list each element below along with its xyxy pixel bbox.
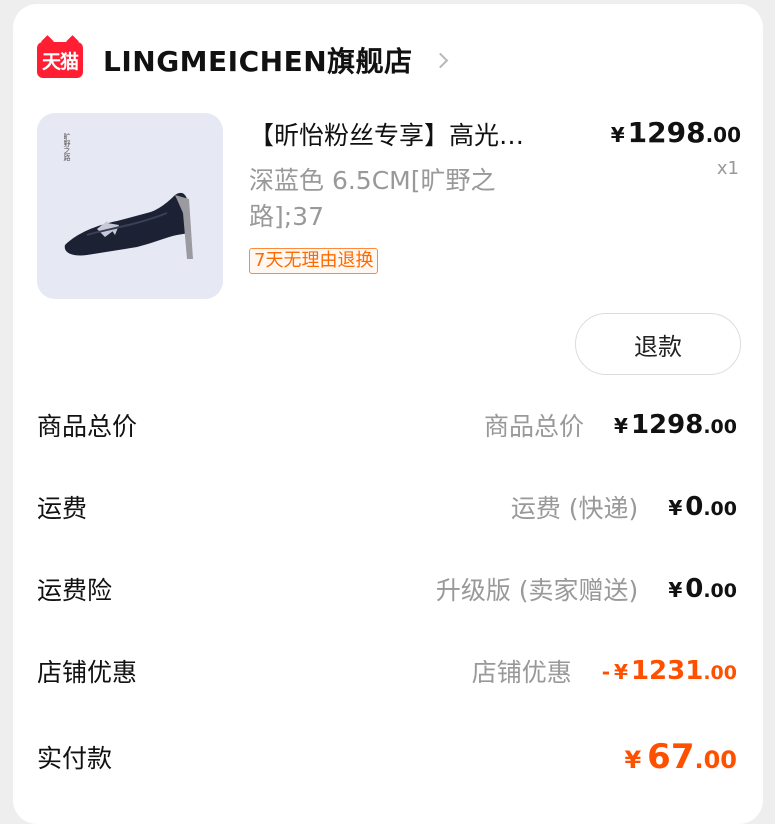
paid-amount: ¥67.00 <box>624 737 737 777</box>
row-amount: - ¥1231.00 <box>602 656 737 686</box>
return-policy-tag: 7天无理由退换 <box>249 248 379 274</box>
amount-decimal: .00 <box>703 498 737 520</box>
amount-decimal: .00 <box>703 580 737 602</box>
store-name[interactable]: LINGMEICHEN旗舰店 <box>103 40 413 80</box>
product-title[interactable]: 【昕怡粉丝专享】高光… <box>249 116 589 152</box>
price-decimal: .00 <box>705 123 741 147</box>
product-thumbnail[interactable]: 旷野之路 <box>37 113 223 299</box>
product-spec: 深蓝色 6.5CM[旷野之路];37 <box>249 166 496 231</box>
tmall-logo: 天猫 <box>37 42 83 78</box>
row-label: 运费 <box>37 494 88 523</box>
amount-decimal: .00 <box>703 662 737 684</box>
shoe-image <box>64 192 193 259</box>
price-integer: 1298 <box>627 116 706 149</box>
store-header[interactable]: 天猫 LINGMEICHEN旗舰店 <box>37 38 448 82</box>
amount-integer: 67 <box>647 737 695 777</box>
quantity: x1 <box>716 158 739 179</box>
refund-button[interactable]: 退款 <box>575 313 741 375</box>
row-desc: 升级版 (卖家赠送) <box>435 576 639 605</box>
row-amount: ¥0.00 <box>668 574 737 604</box>
amount-integer: 1231 <box>630 656 704 686</box>
currency-symbol: ¥ <box>614 414 628 438</box>
row-label: 运费险 <box>37 576 113 605</box>
summary-row-shipping-insurance: 运费险 升级版 (卖家赠送) ¥0.00 <box>37 564 737 614</box>
amount-integer: 0 <box>685 492 704 522</box>
currency-symbol: ¥ <box>624 746 642 774</box>
currency-symbol: ¥ <box>668 496 683 520</box>
summary-row-paid: 实付款 ¥67.00 <box>37 732 737 782</box>
amount-decimal: .00 <box>694 746 737 774</box>
amount-integer: 0 <box>685 574 704 604</box>
row-label: 商品总价 <box>37 412 138 441</box>
row-desc: 商品总价 <box>484 412 585 441</box>
row-amount: ¥0.00 <box>668 492 737 522</box>
row-label: 店铺优惠 <box>37 658 138 687</box>
summary-row-goods-total: 商品总价 商品总价 ¥1298.00 <box>37 400 737 450</box>
order-card: 天猫 LINGMEICHEN旗舰店 旷野之路 【昕怡粉丝专享】高光… 深蓝色 6… <box>13 4 763 824</box>
row-desc: 运费 (快递) <box>510 494 639 523</box>
row-amount: ¥1298.00 <box>614 410 737 440</box>
currency-symbol: ¥ <box>610 123 625 147</box>
chevron-right-icon[interactable] <box>432 52 448 68</box>
summary-row-shipping: 运费 运费 (快递) ¥0.00 <box>37 482 737 532</box>
currency-symbol: ¥ <box>614 660 628 684</box>
minus-sign: - <box>601 660 611 684</box>
paid-label: 实付款 <box>37 744 113 773</box>
summary-row-store-discount: 店铺优惠 店铺优惠 - ¥1231.00 <box>37 646 737 696</box>
amount-integer: 1298 <box>630 410 704 440</box>
currency-symbol: ¥ <box>668 578 683 602</box>
thumbnail-caption: 旷野之路 <box>63 133 71 161</box>
row-desc: 店铺优惠 <box>471 658 572 687</box>
unit-price: ¥1298.00 <box>611 116 741 149</box>
amount-decimal: .00 <box>703 416 737 438</box>
